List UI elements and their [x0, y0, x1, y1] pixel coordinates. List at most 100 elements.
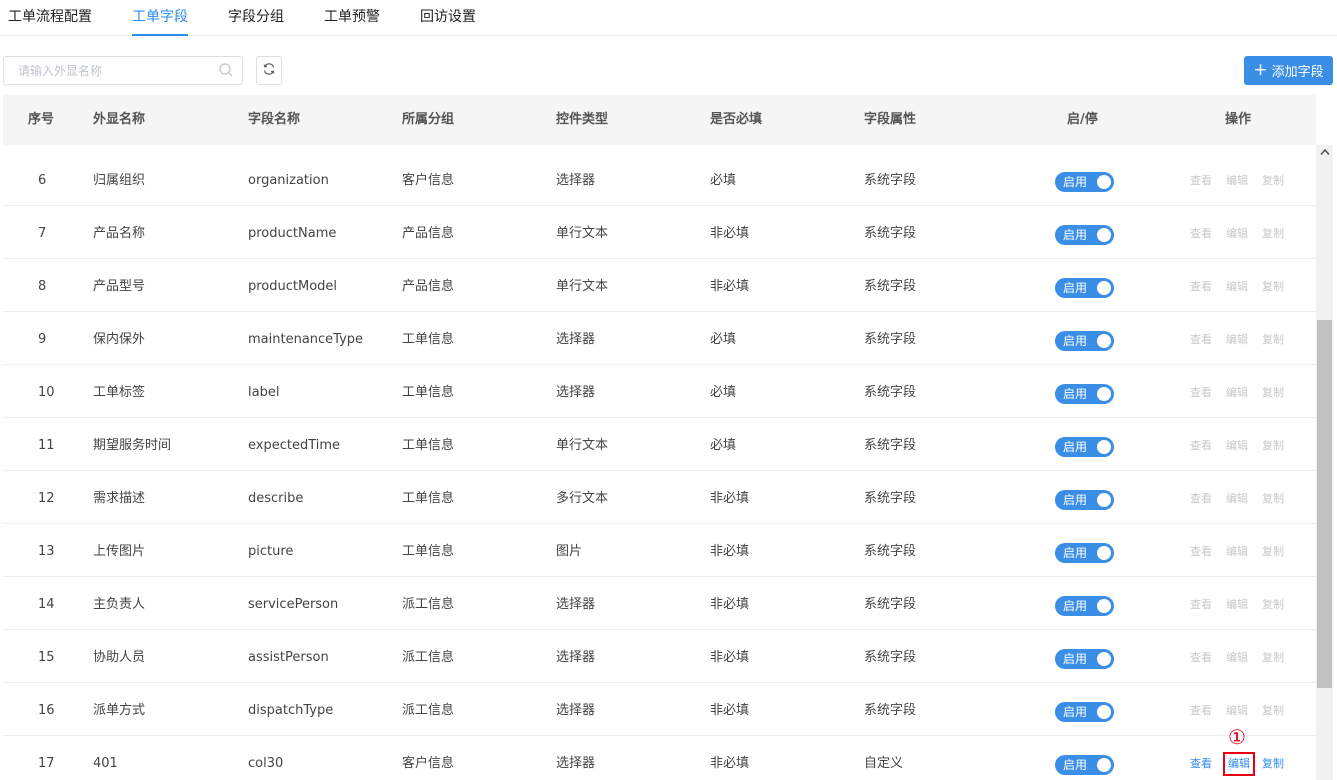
cell-required: 非必填 — [710, 544, 750, 559]
copy-link[interactable]: 复制 — [1262, 153, 1284, 206]
add-field-button[interactable]: + 添加字段 — [1244, 56, 1333, 85]
table-row: 16 派单方式 dispatchType 派工信息 选择器 非必填 系统字段 启用 查看 编辑 复制 — [3, 683, 1316, 736]
toggle-knob — [1097, 493, 1111, 507]
status-toggle[interactable]: 启用 — [1055, 172, 1114, 192]
status-toggle[interactable]: 启用 — [1055, 225, 1114, 245]
cell-index: 16 — [38, 703, 55, 718]
copy-link[interactable]: 复制 — [1262, 312, 1284, 365]
cell-field-attr: 系统字段 — [864, 332, 917, 347]
view-link[interactable]: 查看 — [1190, 206, 1212, 259]
cell-required: 必填 — [710, 385, 737, 400]
status-toggle[interactable]: 启用 — [1055, 437, 1114, 457]
copy-link[interactable]: 复制 — [1262, 577, 1284, 630]
cell-display-name: 上传图片 — [93, 544, 146, 559]
scrollbar-thumb[interactable] — [1317, 320, 1332, 688]
tab-revisit-settings[interactable]: 回访设置 — [420, 0, 476, 36]
cell-index: 15 — [38, 650, 55, 665]
cell-field-name: describe — [248, 491, 304, 506]
cell-group: 工单信息 — [402, 385, 455, 400]
status-toggle[interactable]: 启用 — [1055, 649, 1114, 669]
cell-field-name: expectedTime — [248, 438, 341, 453]
status-toggle-label: 启用 — [1063, 652, 1088, 666]
header-display-name: 外显名称 — [93, 112, 146, 127]
header-field-attr: 字段属性 — [864, 112, 917, 127]
cell-control-type: 选择器 — [556, 703, 596, 718]
copy-link[interactable]: 复制 — [1262, 365, 1284, 418]
view-link[interactable]: 查看 — [1190, 736, 1212, 780]
edit-link[interactable]: 编辑 — [1226, 577, 1248, 630]
view-link[interactable]: 查看 — [1190, 418, 1212, 471]
edit-link[interactable]: 编辑 — [1226, 153, 1248, 206]
cell-field-attr: 系统字段 — [864, 226, 917, 241]
tab-work-order-fields[interactable]: 工单字段 — [132, 0, 188, 36]
edit-link[interactable]: 编辑 — [1223, 752, 1255, 776]
status-toggle[interactable]: 启用 — [1055, 596, 1114, 616]
status-toggle-label: 启用 — [1063, 387, 1088, 401]
scroll-up-button[interactable] — [1316, 145, 1333, 159]
view-link[interactable]: 查看 — [1190, 577, 1212, 630]
search-icon[interactable] — [218, 62, 234, 78]
cell-field-name: col30 — [248, 756, 284, 771]
cell-display-name: 工单标签 — [93, 385, 146, 400]
edit-link[interactable]: 编辑 — [1226, 630, 1248, 683]
cell-display-name: 需求描述 — [93, 491, 146, 506]
toggle-knob — [1097, 387, 1111, 401]
view-link[interactable]: 查看 — [1190, 471, 1212, 524]
search-input[interactable] — [3, 56, 243, 85]
table-header: 序号 外显名称 字段名称 所属分组 控件类型 是否必填 字段属性 启/停 操作 — [3, 95, 1316, 145]
copy-link[interactable]: 复制 — [1262, 630, 1284, 683]
copy-link[interactable]: 复制 — [1262, 418, 1284, 471]
status-toggle[interactable]: 启用 — [1055, 384, 1114, 404]
view-link[interactable]: 查看 — [1190, 259, 1212, 312]
toggle-knob — [1097, 705, 1111, 719]
status-toggle[interactable]: 启用 — [1055, 490, 1114, 510]
tab-workflow-config[interactable]: 工单流程配置 — [8, 0, 92, 36]
tab-field-groups[interactable]: 字段分组 — [228, 0, 284, 36]
cell-required: 非必填 — [710, 597, 750, 612]
cell-required: 非必填 — [710, 650, 750, 665]
cell-control-type: 选择器 — [556, 385, 596, 400]
edit-link[interactable]: 编辑 — [1226, 259, 1248, 312]
tab-work-order-alerts[interactable]: 工单预警 — [324, 0, 380, 36]
copy-link[interactable]: 复制 — [1262, 206, 1284, 259]
status-toggle[interactable]: 启用 — [1055, 543, 1114, 563]
table-row: 13 上传图片 picture 工单信息 图片 非必填 系统字段 启用 查看 编辑 复制 — [3, 524, 1316, 577]
copy-link[interactable]: 复制 — [1262, 524, 1284, 577]
copy-link[interactable]: 复制 — [1262, 259, 1284, 312]
edit-link[interactable]: 编辑 — [1226, 418, 1248, 471]
status-toggle-label: 启用 — [1063, 175, 1088, 189]
copy-link[interactable]: 复制 — [1262, 683, 1284, 736]
status-toggle[interactable]: 启用 — [1055, 331, 1114, 351]
copy-link[interactable]: 复制 — [1262, 736, 1284, 780]
status-toggle-label: 启用 — [1063, 440, 1088, 454]
cell-index: 17 — [38, 756, 55, 771]
view-link[interactable]: 查看 — [1190, 153, 1212, 206]
cell-index: 7 — [38, 226, 47, 241]
edit-link[interactable]: 编辑 — [1226, 524, 1248, 577]
edit-link[interactable]: 编辑 — [1226, 206, 1248, 259]
copy-link[interactable]: 复制 — [1262, 471, 1284, 524]
view-link[interactable]: 查看 — [1190, 524, 1212, 577]
status-toggle[interactable]: 启用 — [1055, 755, 1114, 775]
header-status: 启/停 — [1067, 112, 1098, 127]
status-toggle-label: 启用 — [1063, 705, 1088, 719]
cell-field-attr: 系统字段 — [864, 173, 917, 188]
cell-required: 非必填 — [710, 279, 750, 294]
view-link[interactable]: 查看 — [1190, 365, 1212, 418]
status-toggle[interactable]: 启用 — [1055, 702, 1114, 722]
refresh-button[interactable] — [256, 56, 282, 85]
cell-required: 必填 — [710, 438, 737, 453]
cell-control-type: 选择器 — [556, 173, 596, 188]
view-link[interactable]: 查看 — [1190, 312, 1212, 365]
header-required: 是否必填 — [710, 112, 763, 127]
view-link[interactable]: 查看 — [1190, 630, 1212, 683]
edit-link[interactable]: 编辑 — [1226, 471, 1248, 524]
cell-control-type: 单行文本 — [556, 226, 609, 241]
status-toggle[interactable]: 启用 — [1055, 278, 1114, 298]
cell-display-name: 归属组织 — [93, 173, 146, 188]
edit-link[interactable]: 编辑 — [1226, 365, 1248, 418]
view-link[interactable]: 查看 — [1190, 683, 1212, 736]
annotation-marker: ① — [1228, 725, 1246, 749]
edit-link[interactable]: 编辑 — [1226, 312, 1248, 365]
header-actions: 操作 — [1225, 112, 1252, 127]
